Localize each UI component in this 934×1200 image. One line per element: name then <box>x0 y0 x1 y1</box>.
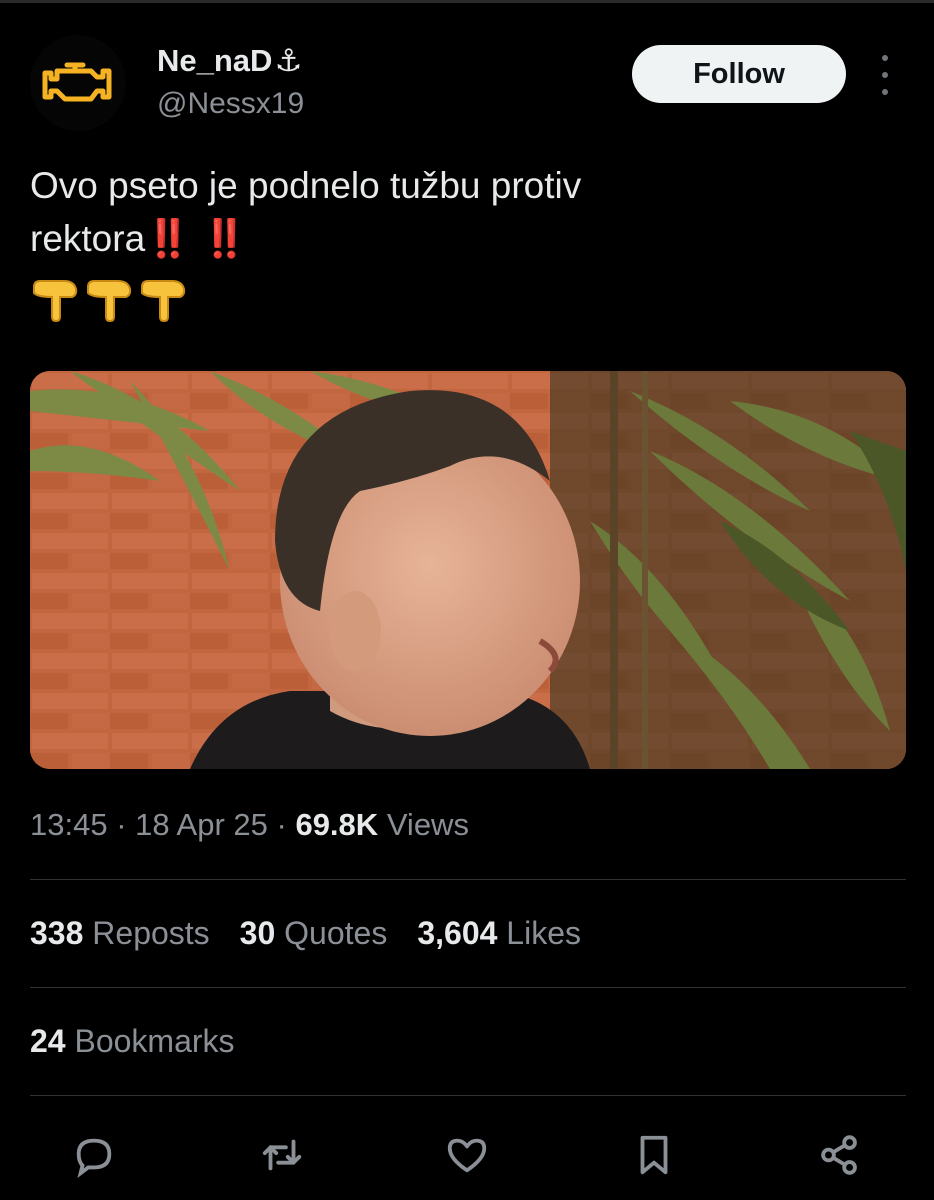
bookmarks-count: 24 <box>30 1023 66 1059</box>
anchor-emoji: ⚓ <box>274 43 303 78</box>
like-button[interactable] <box>443 1131 491 1179</box>
tweet-text: Ovo pseto je podnelo tužbu protiv rektor… <box>30 159 890 265</box>
tweet-text-word: rektora <box>30 218 146 259</box>
bookmarks-label: Bookmarks <box>74 1023 235 1059</box>
repost-icon <box>262 1139 302 1171</box>
pointing-down-emoji-icon <box>87 280 132 323</box>
video-still-image <box>30 371 906 769</box>
pointing-down-emoji-icon <box>33 280 78 323</box>
tweet-text-line-2: rektora‼️ ‼️ <box>30 212 890 265</box>
reposts-stat[interactable]: 338 Reposts <box>30 915 210 952</box>
repost-button[interactable] <box>258 1131 306 1179</box>
tweet-time[interactable]: 13:45 <box>30 807 108 842</box>
views-count: 69.8K <box>295 807 379 842</box>
tweet-screen: Ne_naD⚓ @Nessx19 Follow Ovo pseto je pod… <box>0 0 934 1200</box>
divider <box>30 987 906 988</box>
share-button[interactable] <box>816 1131 864 1179</box>
reply-button[interactable] <box>70 1131 118 1179</box>
likes-count: 3,604 <box>417 915 498 951</box>
likes-stat[interactable]: 3,604 Likes <box>417 915 581 952</box>
divider <box>30 1095 906 1096</box>
more-vertical-icon[interactable] <box>874 55 896 95</box>
display-name[interactable]: Ne_naD⚓ <box>157 43 302 79</box>
reposts-count: 338 <box>30 915 84 951</box>
double-exclamation-emoji: ‼️ ‼️ <box>145 218 248 259</box>
quotes-stat[interactable]: 30 Quotes <box>240 915 388 952</box>
meta-separator: · <box>116 807 127 842</box>
share-icon <box>821 1135 857 1175</box>
bookmark-button[interactable] <box>630 1131 678 1179</box>
divider <box>30 879 906 880</box>
avatar[interactable] <box>30 35 126 131</box>
tweet-media[interactable] <box>30 371 906 769</box>
views-label: Views <box>386 807 469 842</box>
pointing-down-emojis <box>30 273 188 323</box>
like-icon <box>447 1138 487 1173</box>
pointing-down-emoji-icon <box>141 280 186 323</box>
tweet-text-line-1: Ovo pseto je podnelo tužbu protiv <box>30 165 582 206</box>
reposts-label: Reposts <box>92 915 210 951</box>
engagement-stats: 338 Reposts 30 Quotes 3,604 Likes <box>30 915 581 952</box>
reply-icon <box>76 1138 112 1178</box>
quotes-count: 30 <box>239 915 276 951</box>
meta-separator: · <box>276 807 287 842</box>
tweet-meta: 13:45 · 18 Apr 25 · 69.8K Views <box>30 807 469 843</box>
bookmarks-stat[interactable]: 24 Bookmarks <box>30 1023 235 1060</box>
bookmark-icon <box>640 1135 668 1175</box>
user-handle[interactable]: @Nessx19 <box>157 87 304 121</box>
quotes-label: Quotes <box>284 915 388 951</box>
check-engine-icon <box>42 62 112 102</box>
likes-label: Likes <box>506 915 581 951</box>
follow-button[interactable]: Follow <box>632 45 846 103</box>
tweet-date[interactable]: 18 Apr 25 <box>135 807 268 842</box>
display-name-text: Ne_naD <box>157 43 273 78</box>
